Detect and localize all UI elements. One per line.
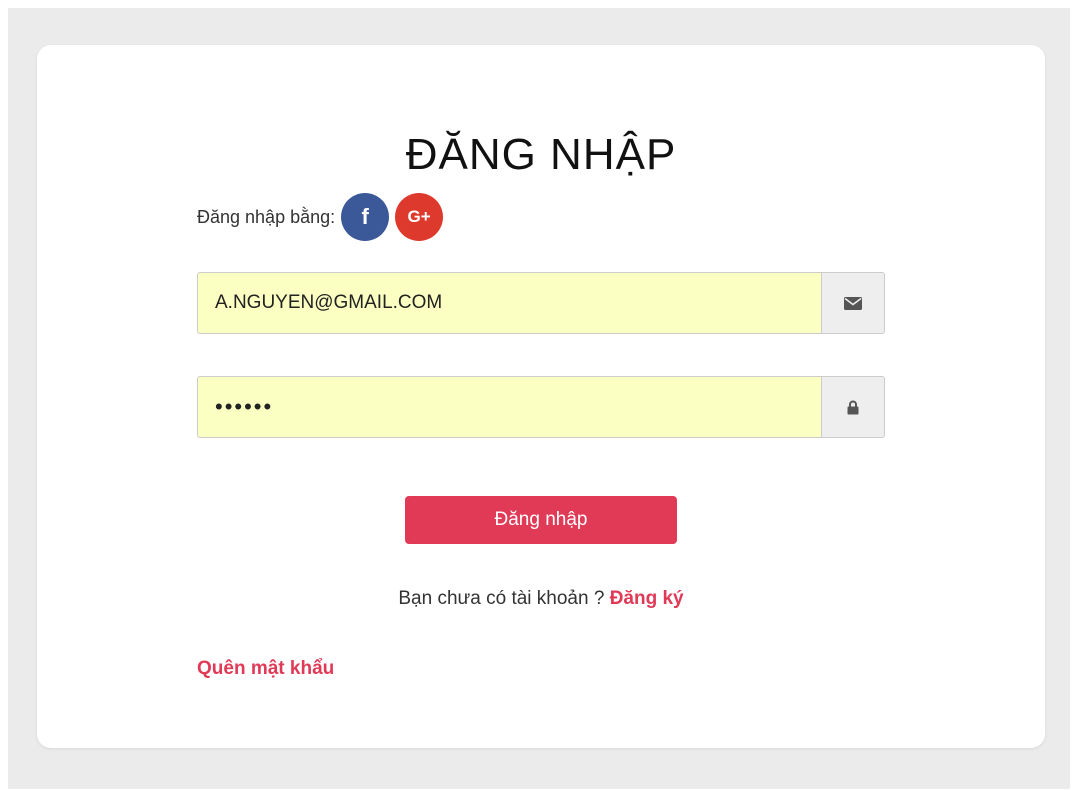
password-input-group [197,376,885,438]
password-addon [821,376,885,438]
email-field[interactable] [197,272,821,334]
google-plus-login-button[interactable]: G+ [395,193,444,241]
social-login-label: Đăng nhập bằng: [197,206,336,227]
envelope-icon [844,296,862,310]
signup-prompt: Bạn chưa có tài khoản ? [398,588,610,609]
facebook-login-button[interactable]: f [341,193,390,241]
forgot-password-link[interactable]: Quên mật khẩu [197,658,334,680]
email-input-group [197,272,885,334]
login-card: ĐĂNG NHẬP Đăng nhập bằng: f G+ Đăng nhập [37,45,1045,748]
login-button[interactable]: Đăng nhập [405,496,677,544]
password-field[interactable] [197,376,821,438]
signup-link[interactable]: Đăng ký [610,588,684,609]
google-plus-icon: G+ [407,207,431,226]
social-login-row: Đăng nhập bằng: f G+ [197,193,449,241]
signup-row: Bạn chưa có tài khoản ? Đăng ký [37,588,1045,610]
email-addon [821,272,885,334]
facebook-icon: f [361,204,369,229]
lock-icon [847,400,859,414]
page-title: ĐĂNG NHẬP [405,130,677,179]
